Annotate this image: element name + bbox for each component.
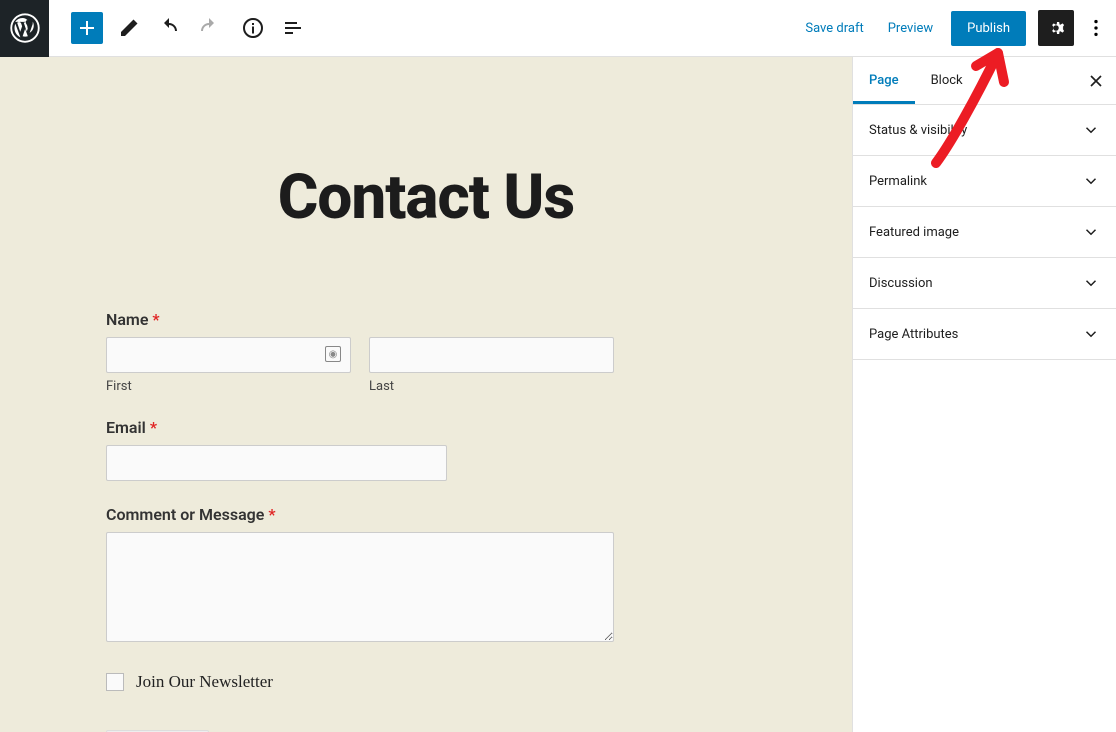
chevron-down-icon xyxy=(1082,223,1100,241)
name-label: Name * xyxy=(106,310,614,329)
newsletter-label: Join Our Newsletter xyxy=(136,672,273,692)
panel-permalink[interactable]: Permalink xyxy=(853,156,1116,207)
last-name-input[interactable] xyxy=(369,337,614,373)
autofill-contacts-icon[interactable]: ◉ xyxy=(325,346,341,362)
settings-button[interactable] xyxy=(1038,10,1074,46)
email-input[interactable] xyxy=(106,445,447,481)
more-menu-icon[interactable] xyxy=(1080,5,1112,51)
wordpress-logo-icon[interactable] xyxy=(0,0,49,57)
message-label: Comment or Message * xyxy=(106,505,614,524)
chevron-down-icon xyxy=(1082,325,1100,343)
undo-button[interactable] xyxy=(151,10,187,46)
newsletter-checkbox[interactable] xyxy=(106,673,124,691)
editor-canvas: Contact Us Name * ◉ First xyxy=(0,57,852,732)
first-name-input[interactable] xyxy=(106,337,351,373)
email-label-text: Email xyxy=(106,418,146,437)
required-marker: * xyxy=(268,505,275,524)
panel-label: Status & visibility xyxy=(869,123,967,138)
message-textarea[interactable] xyxy=(106,532,614,642)
first-sub: First xyxy=(106,379,351,394)
last-sub: Last xyxy=(369,379,614,394)
tab-page[interactable]: Page xyxy=(853,57,915,104)
add-block-button[interactable] xyxy=(71,12,103,44)
chevron-down-icon xyxy=(1082,121,1100,139)
editor-canvas-scroll[interactable]: Contact Us Name * ◉ First xyxy=(0,57,852,732)
required-marker: * xyxy=(150,418,157,437)
list-view-icon[interactable] xyxy=(275,10,311,46)
contact-form: Name * ◉ First Last xyxy=(0,310,614,732)
settings-sidebar: Page Block Status & visibility Permalink… xyxy=(852,57,1116,732)
email-label: Email * xyxy=(106,418,614,437)
chevron-down-icon xyxy=(1082,274,1100,292)
redo-button xyxy=(191,10,227,46)
chevron-down-icon xyxy=(1082,172,1100,190)
panel-page-attributes[interactable]: Page Attributes xyxy=(853,309,1116,360)
panel-featured-image[interactable]: Featured image xyxy=(853,207,1116,258)
panel-status-visibility[interactable]: Status & visibility xyxy=(853,105,1116,156)
close-sidebar-icon[interactable] xyxy=(1076,57,1116,105)
publish-button[interactable]: Publish xyxy=(951,11,1026,46)
panel-label: Page Attributes xyxy=(869,327,958,342)
tab-block[interactable]: Block xyxy=(915,57,979,104)
panel-discussion[interactable]: Discussion xyxy=(853,258,1116,309)
message-label-text: Comment or Message xyxy=(106,505,264,524)
editor-toolbar: Save draft Preview Publish xyxy=(0,0,1116,57)
save-draft-link[interactable]: Save draft xyxy=(793,21,875,36)
panel-label: Permalink xyxy=(869,174,927,189)
panel-label: Discussion xyxy=(869,276,933,291)
page-title[interactable]: Contact Us xyxy=(0,57,852,234)
required-marker: * xyxy=(152,310,159,329)
preview-link[interactable]: Preview xyxy=(876,21,945,36)
info-icon[interactable] xyxy=(235,10,271,46)
name-label-text: Name xyxy=(106,310,148,329)
edit-tools-button[interactable] xyxy=(111,10,147,46)
panel-label: Featured image xyxy=(869,225,959,240)
